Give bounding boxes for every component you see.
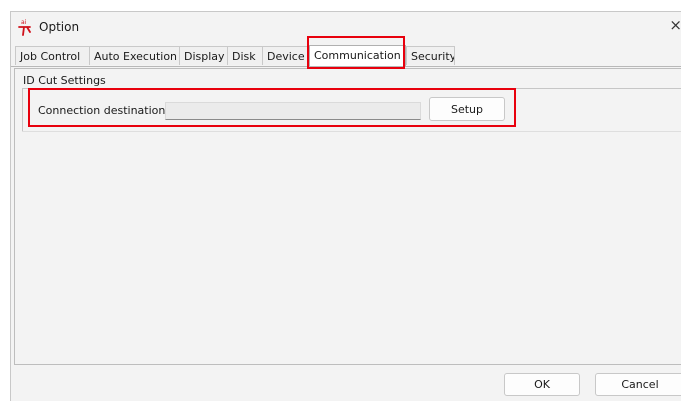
tab-display[interactable]: Display — [179, 46, 228, 65]
cancel-button[interactable]: Cancel — [595, 373, 681, 396]
group-divider — [22, 131, 681, 132]
communication-panel: ID Cut Settings Connection destination S… — [14, 68, 681, 365]
app-logo-icon: ai — [18, 19, 31, 36]
tab-auto-execution[interactable]: Auto Execution — [89, 46, 180, 65]
svg-text:ai: ai — [21, 19, 27, 26]
id-cut-group-label: ID Cut Settings — [23, 74, 106, 87]
connection-destination-input[interactable] — [165, 102, 421, 120]
tab-security[interactable]: Security — [406, 46, 455, 65]
tab-bar: Job Control Auto Execution Display Disk … — [11, 45, 681, 67]
tab-disk[interactable]: Disk — [227, 46, 263, 65]
tab-device[interactable]: Device — [262, 46, 309, 65]
option-dialog: ai Option × Job Control Auto Execution D… — [10, 11, 681, 401]
title-bar: ai Option × — [11, 12, 681, 42]
close-button[interactable]: × — [669, 16, 681, 34]
tab-divider — [11, 66, 681, 67]
window-title: Option — [39, 20, 80, 34]
ok-button[interactable]: OK — [504, 373, 580, 396]
tab-communication[interactable]: Communication — [309, 45, 406, 67]
tab-job-control[interactable]: Job Control — [15, 46, 90, 65]
connection-destination-label: Connection destination — [38, 104, 166, 117]
setup-button[interactable]: Setup — [429, 97, 505, 121]
